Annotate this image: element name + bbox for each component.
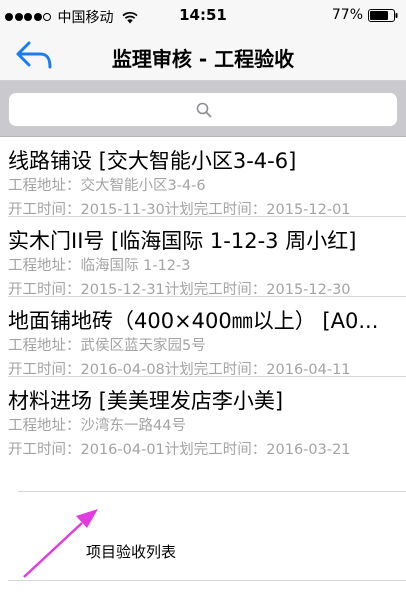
search-bar — [0, 81, 406, 137]
battery-percent: 77% — [331, 7, 363, 23]
page-title: 监理审核 - 工程验收 — [111, 47, 295, 71]
project-list-item[interactable]: 地面铺地砖（400×400㎜以上） [A0... 工程地址：武侯区蓝天家园5号 … — [0, 297, 406, 378]
project-list-item[interactable]: 材料进场 [美美理发店李小美] 工程地址：沙湾东一路44号 开工时间：2016-… — [0, 377, 406, 492]
divider — [8, 580, 406, 581]
project-list-item[interactable]: 线路铺设 [交大智能小区3-4-6] 工程地址：交大智能小区3-4-6 开工时间… — [0, 137, 406, 218]
item-title: 实木门II号 [临海国际 1-12-3 周小红] — [8, 229, 357, 253]
item-address: 工程地址：交大智能小区3-4-6 — [8, 178, 206, 194]
project-list-item[interactable]: 实木门II号 [临海国际 1-12-3 周小红] 工程地址：临海国际 1-12-… — [0, 217, 406, 298]
item-title: 线路铺设 [交大智能小区3-4-6] — [8, 149, 297, 173]
search-input[interactable] — [9, 93, 397, 126]
item-title: 材料进场 [美美理发店李小美] — [8, 389, 284, 413]
navigation-bar: 监理审核 - 工程验收 — [0, 31, 406, 81]
item-title: 地面铺地砖（400×400㎜以上） [A0... — [8, 309, 379, 333]
item-address: 工程地址：沙湾东一路44号 — [8, 418, 186, 434]
search-icon — [196, 102, 212, 118]
battery-icon — [368, 9, 398, 22]
annotation-label: 项目验收列表 — [86, 543, 177, 561]
item-dates: 开工时间：2016-04-01计划完工时间：2016-03-21 — [8, 442, 351, 458]
divider — [18, 491, 406, 492]
item-address: 工程地址：临海国际 1-12-3 — [8, 258, 191, 274]
item-address: 工程地址：武侯区蓝天家园5号 — [8, 338, 206, 354]
status-bar: 中国移动 14:51 77% — [0, 0, 406, 31]
